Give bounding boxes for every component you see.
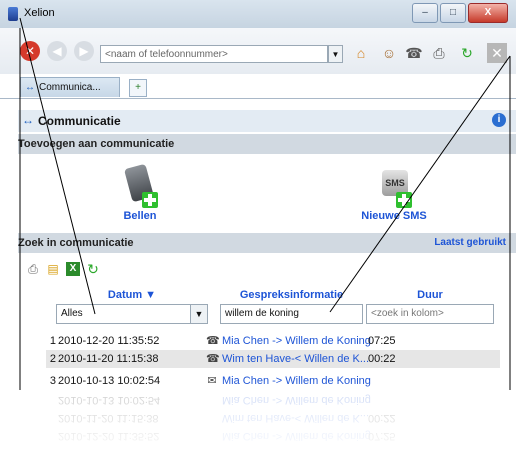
close-icon[interactable]: ✕ [487,43,507,63]
table-row[interactable]: 2 2010-11-20 11:15:38 ☎ Wim ten Have-< W… [46,350,500,368]
reflection-fade [0,380,516,458]
address-dropdown-button[interactable]: ▼ [328,45,343,63]
stop-icon[interactable]: ✕ [20,41,40,61]
info-filter-input[interactable]: willem de koning [220,304,363,324]
forward-icon[interactable]: ▶ [74,41,94,61]
tab-label: Communica... [39,82,101,93]
row-date: 2010-12-20 11:35:52 [58,335,160,347]
table-row[interactable]: 1 2010-12-20 11:35:52 ☎ Mia Chen -> Will… [46,332,500,350]
refresh-icon[interactable]: ↻ [86,262,100,276]
phone-icon: ☎ [206,353,220,365]
phone-icon[interactable]: ☎ [404,43,424,63]
page-header: ↔ Communicatie i [18,110,516,132]
excel-icon[interactable]: X [66,262,80,276]
home-icon[interactable]: ⌂ [351,43,371,63]
window-controls: – □ X [410,3,508,23]
communicatie-icon: ↔ [22,113,34,127]
duur-filter-input[interactable]: <zoek in kolom> [366,304,494,324]
phone-icon: ☎ [206,335,220,347]
bellen-action[interactable]: Bellen [80,163,200,222]
print-icon[interactable]: ⎙ [26,262,40,276]
document-icon[interactable]: ▤ [46,262,60,276]
toolbar: ✕ ◀ ▶ <naam of telefoonnummer> ▼ ⌂ ☺ ☎ ⎙… [0,28,516,74]
section-search: Zoek in communicatie Laatst gebruikt [18,233,516,253]
section-search-title: Zoek in communicatie [18,237,134,249]
tab-communicatie[interactable]: ↔ Communica... [20,77,120,97]
row-info[interactable]: Wim ten Have-< Willen de K... [222,353,382,365]
back-icon[interactable]: ◀ [47,41,67,61]
sms-label: Nieuwe SMS [361,210,427,222]
recent-link[interactable]: Laatst gebruikt [434,237,506,248]
row-date: 2010-11-20 11:15:38 [58,353,159,365]
section-add: Toevoegen aan communicatie [18,134,516,154]
row-index: 1 [49,335,56,347]
column-gespreksinformatie[interactable]: Gespreksinformatie [220,289,363,303]
date-filter-select[interactable]: Alles ▼ [56,304,208,324]
print-icon[interactable]: ⎙ [429,43,449,63]
page-title: Communicatie [38,114,121,128]
column-datum[interactable]: Datum ▼ [56,289,208,303]
column-duur[interactable]: Duur [366,289,494,303]
bellen-label: Bellen [123,210,157,222]
add-tab-button[interactable]: + [129,79,147,97]
window-title: Xelion [24,7,55,19]
title-bar: Xelion – □ X [0,0,516,29]
row-index: 2 [49,353,56,365]
phone-icon [120,163,160,208]
refresh-icon[interactable]: ↻ [457,43,477,63]
table-toolbar: ⎙ ▤ X ↻ [26,262,100,276]
chevron-down-icon[interactable]: ▼ [190,305,207,323]
sms-icon: SMS [374,164,414,208]
people-icon[interactable]: ☺ [379,43,399,63]
row-duur: 07:25 [368,335,396,347]
section-add-title: Toevoegen aan communicatie [18,138,175,150]
row-info[interactable]: Mia Chen -> Willem de Koning [222,335,382,347]
maximize-button[interactable]: □ [440,3,466,23]
tab-bar: ↔ Communica... + [0,74,516,99]
close-button[interactable]: X [468,3,508,23]
row-duur: 00:22 [368,353,396,365]
date-filter-value: Alles [61,308,83,319]
address-input[interactable]: <naam of telefoonnummer> [100,45,328,63]
tab-communicatie-icon: ↔ [25,82,35,93]
sms-action[interactable]: SMS Nieuwe SMS [334,164,454,222]
app-icon [8,7,18,21]
minimize-button[interactable]: – [412,3,438,23]
info-icon[interactable]: i [492,113,506,127]
